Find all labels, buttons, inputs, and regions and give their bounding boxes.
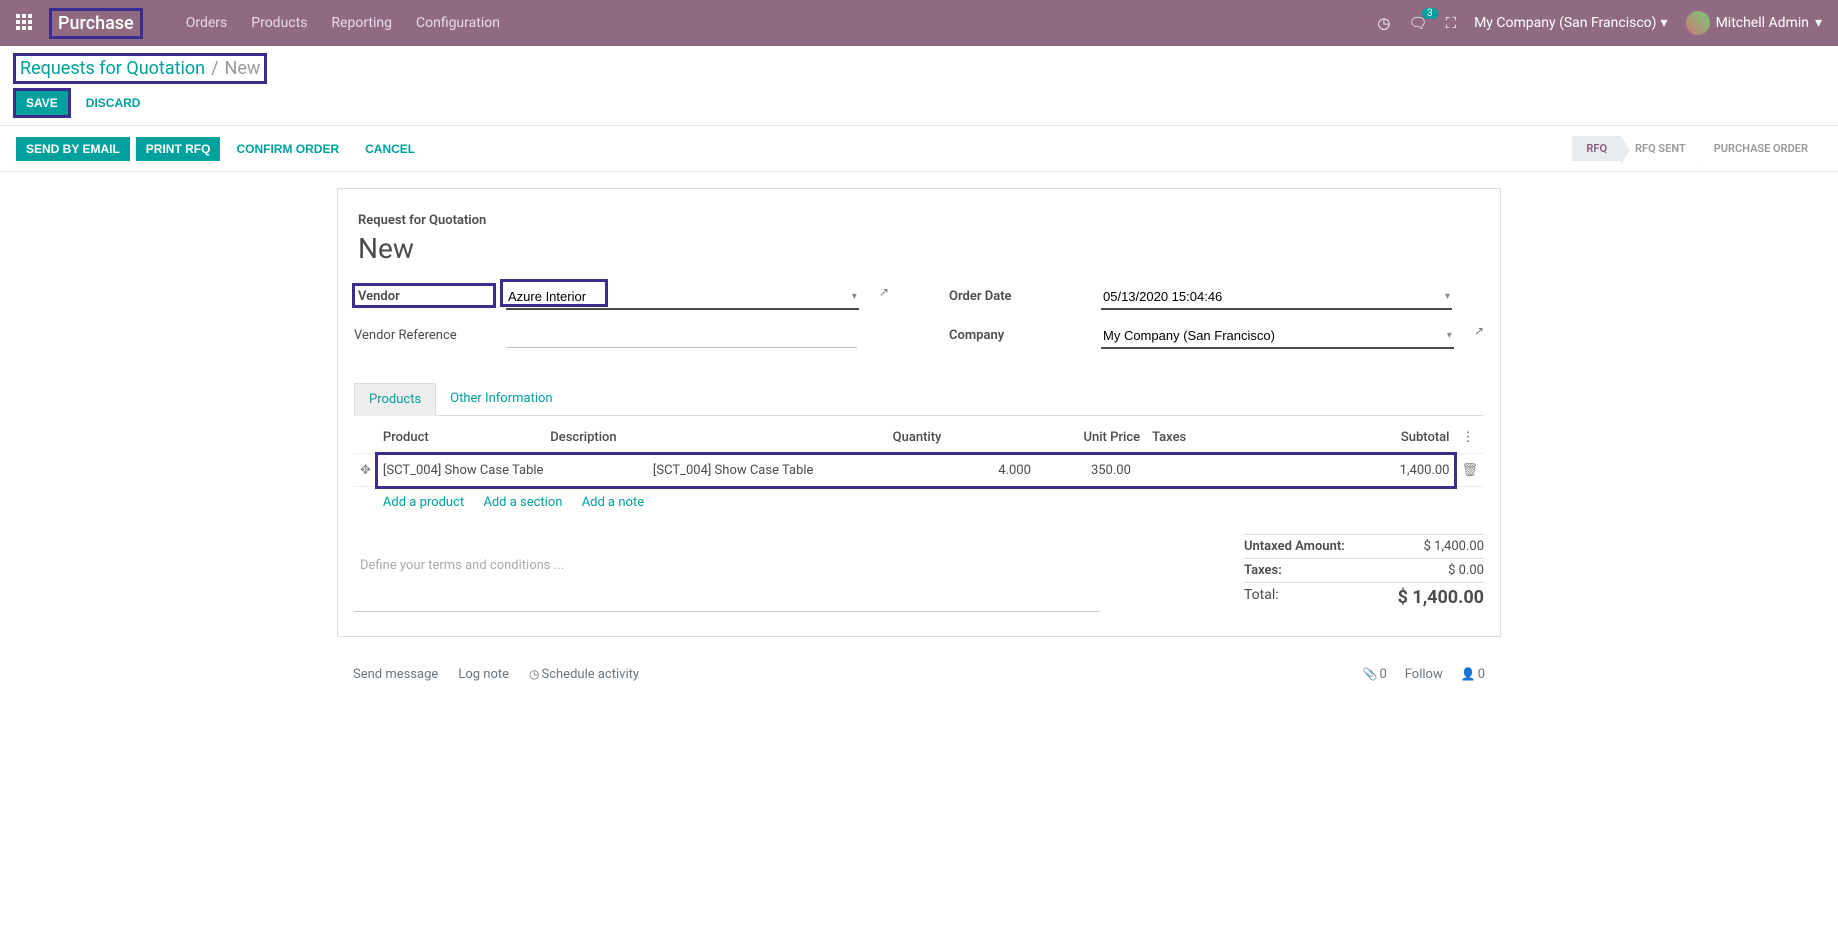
form-sheet: Request for Quotation New Vendor ▾ ↗ Ven… (337, 188, 1501, 637)
schedule-activity-link[interactable]: ◷Schedule activity (529, 667, 639, 682)
paperclip-icon: 📎 (1362, 667, 1377, 681)
nav-reporting[interactable]: Reporting (331, 15, 392, 31)
followers-count[interactable]: 👤0 (1461, 667, 1485, 682)
col-quantity: Quantity (771, 422, 947, 454)
cell-product[interactable]: [SCT_004] Show Case Table (377, 455, 647, 487)
breadcrumb-parent[interactable]: Requests for Quotation (20, 58, 205, 79)
send-by-email-button[interactable]: SEND BY EMAIL (16, 137, 130, 161)
step-rfq[interactable]: RFQ (1572, 136, 1621, 161)
add-note-link[interactable]: Add a note (582, 495, 644, 510)
avatar (1686, 11, 1710, 35)
order-date-input[interactable] (1101, 285, 1452, 310)
apps-icon[interactable] (16, 14, 34, 32)
log-note-link[interactable]: Log note (458, 667, 509, 682)
top-navbar: Purchase Orders Products Reporting Confi… (0, 0, 1838, 46)
taxes-value: $ 0.00 (1448, 563, 1484, 578)
vendor-label: Vendor (354, 285, 494, 306)
step-purchase-order[interactable]: PURCHASE ORDER (1700, 136, 1822, 161)
external-link-icon[interactable]: ↗ (1474, 324, 1484, 338)
cell-unit-price[interactable]: 350.00 (1037, 455, 1137, 487)
total-label: Total: (1244, 587, 1279, 608)
breadcrumb: Requests for Quotation / New (16, 56, 264, 81)
send-message-link[interactable]: Send message (353, 667, 438, 682)
col-description: Description (544, 422, 771, 454)
company-selector[interactable]: My Company (San Francisco) ▾ (1474, 15, 1667, 31)
company-label: Company (949, 324, 1089, 343)
external-link-icon[interactable]: ↗ (879, 285, 889, 299)
delete-row-icon[interactable]: 🗑 (1455, 454, 1484, 487)
tab-products[interactable]: Products (354, 383, 436, 416)
vendor-ref-input[interactable] (506, 324, 857, 348)
cell-taxes[interactable] (1137, 455, 1237, 487)
cell-subtotal: 1,400.00 (1237, 455, 1456, 487)
cell-description[interactable]: [SCT_004] Show Case Table (647, 455, 947, 487)
table-row[interactable]: ✥ [SCT_004] Show Case Table [SCT_004] Sh… (354, 454, 1484, 487)
tab-other-info[interactable]: Other Information (436, 383, 566, 415)
col-unit-price: Unit Price (947, 422, 1146, 454)
brand-title[interactable]: Purchase (52, 11, 140, 36)
vendor-input[interactable] (506, 285, 859, 310)
confirm-order-button[interactable]: CONFIRM ORDER (226, 137, 349, 161)
print-rfq-button[interactable]: PRINT RFQ (136, 137, 221, 161)
taxes-label: Taxes: (1244, 563, 1282, 578)
chevron-down-icon[interactable]: ▾ (852, 291, 857, 302)
total-value: $ 1,400.00 (1398, 587, 1484, 608)
chatter-bar: Send message Log note ◷Schedule activity… (337, 653, 1501, 696)
messages-icon[interactable]: 🗨3 (1409, 14, 1428, 32)
chevron-down-icon[interactable]: ▾ (1445, 291, 1450, 302)
nav-configuration[interactable]: Configuration (416, 15, 500, 31)
clock-icon[interactable]: ◷ (1377, 14, 1390, 32)
col-product: Product (377, 422, 544, 454)
gift-icon[interactable]: ⛶ (1446, 14, 1457, 32)
add-section-link[interactable]: Add a section (483, 495, 562, 510)
status-steps: RFQ RFQ SENT PURCHASE ORDER (1572, 136, 1822, 161)
save-button[interactable]: SAVE (16, 91, 68, 115)
attachments-count[interactable]: 📎0 (1362, 667, 1386, 682)
form-title: New (354, 232, 1484, 265)
form-subtitle: Request for Quotation (354, 213, 1484, 228)
nav-orders[interactable]: Orders (186, 15, 228, 31)
clock-icon: ◷ (529, 667, 539, 681)
chevron-down-icon: ▾ (1661, 15, 1668, 31)
drag-handle-icon[interactable]: ✥ (354, 454, 377, 487)
follow-button[interactable]: Follow (1405, 667, 1443, 682)
person-icon: 👤 (1461, 667, 1476, 681)
user-menu[interactable]: Mitchell Admin ▾ (1686, 11, 1822, 35)
company-input[interactable] (1101, 324, 1454, 349)
untaxed-label: Untaxed Amount: (1244, 539, 1345, 554)
add-product-link[interactable]: Add a product (383, 495, 464, 510)
order-date-label: Order Date (949, 285, 1089, 304)
discard-button[interactable]: DISCARD (76, 91, 151, 115)
breadcrumb-current: New (225, 58, 261, 79)
untaxed-value: $ 1,400.00 (1424, 539, 1484, 554)
col-subtotal: Subtotal (1280, 422, 1456, 454)
terms-input[interactable]: Define your terms and conditions ... (354, 518, 1100, 612)
chevron-down-icon: ▾ (1815, 15, 1822, 31)
cancel-button[interactable]: CANCEL (355, 137, 425, 161)
step-rfq-sent[interactable]: RFQ SENT (1621, 136, 1700, 161)
vendor-ref-label: Vendor Reference (354, 324, 494, 343)
cell-quantity[interactable]: 4.000 (947, 455, 1037, 487)
chevron-down-icon[interactable]: ▾ (1447, 330, 1452, 341)
nav-products[interactable]: Products (251, 15, 307, 31)
kebab-icon[interactable]: ⋮ (1455, 422, 1484, 454)
col-taxes: Taxes (1146, 422, 1280, 454)
